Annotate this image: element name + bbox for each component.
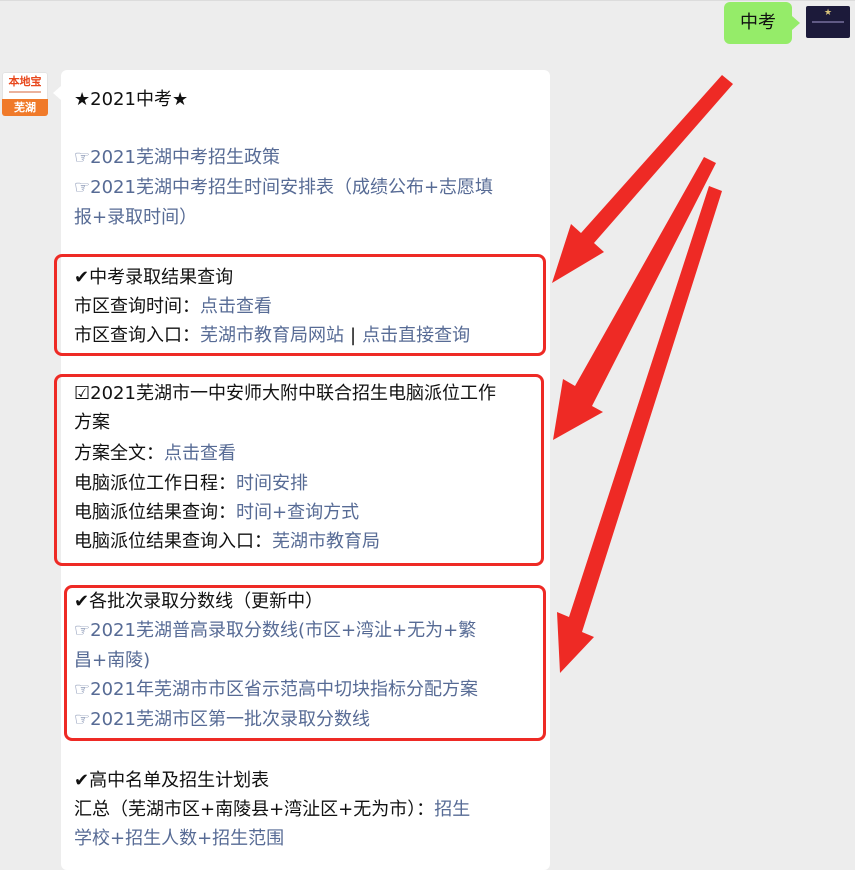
annotation-arrows	[552, 75, 733, 673]
arrow-to-computer-allocation	[553, 157, 716, 440]
